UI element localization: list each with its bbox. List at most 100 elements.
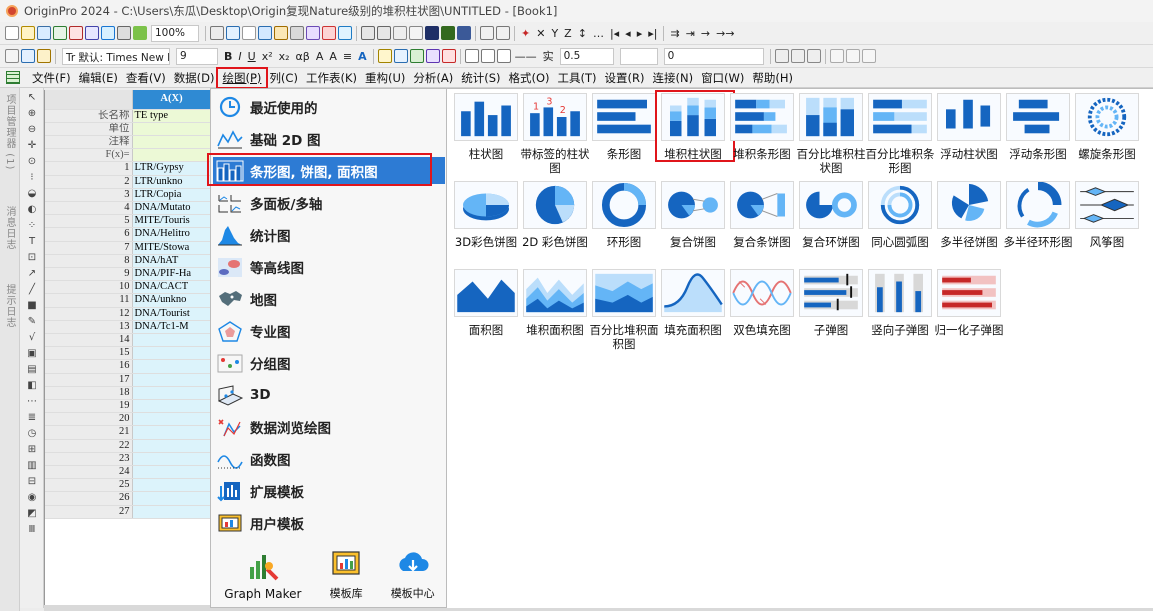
insert-column-icon[interactable]: ⇉ <box>670 27 679 40</box>
cell[interactable]: DNA/Helitro <box>132 227 210 242</box>
cell[interactable] <box>132 135 210 150</box>
cell[interactable]: TE type <box>132 109 210 123</box>
menu-edit[interactable]: 编辑(E) <box>75 70 122 86</box>
new-workbook-icon[interactable] <box>37 26 51 40</box>
cell[interactable]: LTR/unkno <box>132 175 210 189</box>
layer-icon[interactable] <box>393 26 407 40</box>
gallery-item[interactable]: 多半径饼图 <box>934 181 1004 267</box>
gallery-item[interactable]: 堆积条形图 <box>727 93 797 179</box>
gallery-item[interactable]: 柱状图 <box>451 93 521 179</box>
move-down-icon[interactable]: ▸ <box>637 27 643 40</box>
gallery-item[interactable]: 3D彩色饼图 <box>451 181 521 267</box>
gallery-item[interactable]: 百分比堆积面积图 <box>589 269 659 355</box>
column-a-header[interactable]: A(X) <box>132 90 210 110</box>
italic-button[interactable]: I <box>238 50 241 63</box>
goto-end-icon[interactable]: →→ <box>716 27 734 40</box>
template-center-button[interactable]: 模板中心 <box>391 549 435 601</box>
function-tool-icon[interactable]: √ <box>24 330 40 344</box>
cell[interactable] <box>132 465 210 480</box>
cell[interactable] <box>132 452 210 466</box>
gallery-item[interactable]: 环形图 <box>589 181 659 267</box>
gallery-item[interactable]: 螺旋条形图 <box>1072 93 1142 179</box>
row-header[interactable]: 注释 <box>45 135 133 150</box>
gallery-item[interactable]: 双色填充图 <box>727 269 797 355</box>
move-left-icon[interactable]: |◂ <box>610 27 619 40</box>
gallery-item[interactable]: 条形图 <box>589 93 659 179</box>
align-button[interactable]: ≡ <box>343 50 352 63</box>
group-tool-icon[interactable]: ⊞ <box>24 442 40 456</box>
row-header[interactable]: 长名称 <box>45 109 133 123</box>
append-column-icon[interactable]: ⇥ <box>686 27 695 40</box>
superscript-button[interactable]: x² <box>262 50 273 63</box>
screen-reader-icon[interactable]: ⊙ <box>24 154 40 168</box>
row-header[interactable]: 4 <box>45 201 133 216</box>
goto-row-icon[interactable]: → <box>701 27 710 40</box>
set-z-icon[interactable]: Z <box>564 27 572 40</box>
cell[interactable]: LTR/Gypsy <box>132 161 210 176</box>
plot-menu-item[interactable]: 统计图 <box>213 221 445 248</box>
cell[interactable]: MITE/Stowa <box>132 241 210 255</box>
row-header[interactable]: 8 <box>45 254 133 268</box>
new-layout-icon[interactable] <box>258 26 272 40</box>
gallery-item[interactable]: 堆积面积图 <box>520 269 590 355</box>
set-y-icon[interactable]: Y <box>551 27 558 40</box>
font-size-select[interactable]: 9 <box>176 47 218 65</box>
line-color-icon[interactable] <box>496 49 511 63</box>
font-name-select[interactable]: Tr 默认: Times New R <box>62 47 170 65</box>
new-matrix-icon[interactable] <box>69 26 83 40</box>
cell[interactable]: DNA/CACT <box>132 280 210 295</box>
gallery-item[interactable]: 面积图 <box>451 269 521 355</box>
open-folder-icon[interactable] <box>21 26 35 40</box>
refresh-icon[interactable] <box>226 26 240 40</box>
cell[interactable] <box>132 399 210 414</box>
zoom-in-icon[interactable]: ⊕ <box>24 106 40 120</box>
cell[interactable]: DNA/PIF-Ha <box>132 267 210 282</box>
insert-graph-icon[interactable]: ▣ <box>24 346 40 360</box>
graph-maker-button[interactable]: Graph Maker <box>224 551 301 601</box>
row-header[interactable]: 14 <box>45 333 133 348</box>
arrow-tool-icon[interactable]: ↗ <box>24 266 40 280</box>
save-template-icon[interactable] <box>117 26 131 40</box>
plot-menu-item[interactable]: 地图 <box>213 285 445 312</box>
save-icon[interactable] <box>101 26 115 40</box>
more-tools-icon[interactable]: ⋯ <box>24 394 40 408</box>
code-builder-icon[interactable] <box>290 26 304 40</box>
cell[interactable] <box>132 333 210 348</box>
bold-button[interactable]: B <box>224 50 232 63</box>
row-header[interactable]: 10 <box>45 280 133 295</box>
row-header[interactable]: 24 <box>45 465 133 480</box>
bars-tool-icon[interactable]: Ⅲ <box>24 522 40 536</box>
row-header[interactable]: 9 <box>45 267 133 282</box>
cell[interactable] <box>132 491 210 506</box>
gallery-item[interactable]: 子弹图 <box>796 269 866 355</box>
gallery-item[interactable]: 百分比堆积条形图 <box>865 93 935 179</box>
clock-tool-icon[interactable]: ◷ <box>24 426 40 440</box>
cell[interactable]: DNA/Tourist <box>132 307 210 321</box>
gallery-item[interactable]: 1 3 2 带标签的柱状图 <box>520 93 590 179</box>
cell[interactable]: DNA/hAT <box>132 254 210 268</box>
row-header[interactable]: 16 <box>45 359 133 374</box>
menu-worksheet[interactable]: 工作表(K) <box>302 70 361 86</box>
gallery-item[interactable]: 复合环饼图 <box>796 181 866 267</box>
gallery-item[interactable]: 复合条饼图 <box>727 181 797 267</box>
copy-icon[interactable] <box>21 49 35 63</box>
merge-cells-icon[interactable] <box>377 49 392 63</box>
set-label-icon[interactable]: … <box>593 27 604 40</box>
align-tool-icon[interactable]: ≣ <box>24 410 40 424</box>
data-selector-icon[interactable]: ◒ <box>24 186 40 200</box>
cell[interactable]: DNA/Mutato <box>132 201 210 216</box>
paint-tool-icon[interactable]: ◉ <box>24 490 40 504</box>
column-graph-icon[interactable] <box>441 26 455 40</box>
pointer-text-icon[interactable] <box>409 26 423 40</box>
set-x-icon[interactable]: ✕ <box>536 27 545 40</box>
menu-column[interactable]: 列(C) <box>265 70 302 86</box>
cell[interactable]: LTR/Copia <box>132 188 210 202</box>
notes-icon[interactable] <box>274 26 288 40</box>
draw-data-icon[interactable]: ⁘ <box>24 218 40 232</box>
row-header[interactable]: 22 <box>45 439 133 453</box>
fill-bucket-icon[interactable] <box>464 49 479 63</box>
gallery-item[interactable]: 浮动柱状图 <box>934 93 1004 179</box>
greek-button[interactable]: αβ <box>296 50 310 63</box>
plot-menu-item[interactable]: 等高线图 <box>213 253 445 280</box>
row-header[interactable]: 15 <box>45 346 133 361</box>
